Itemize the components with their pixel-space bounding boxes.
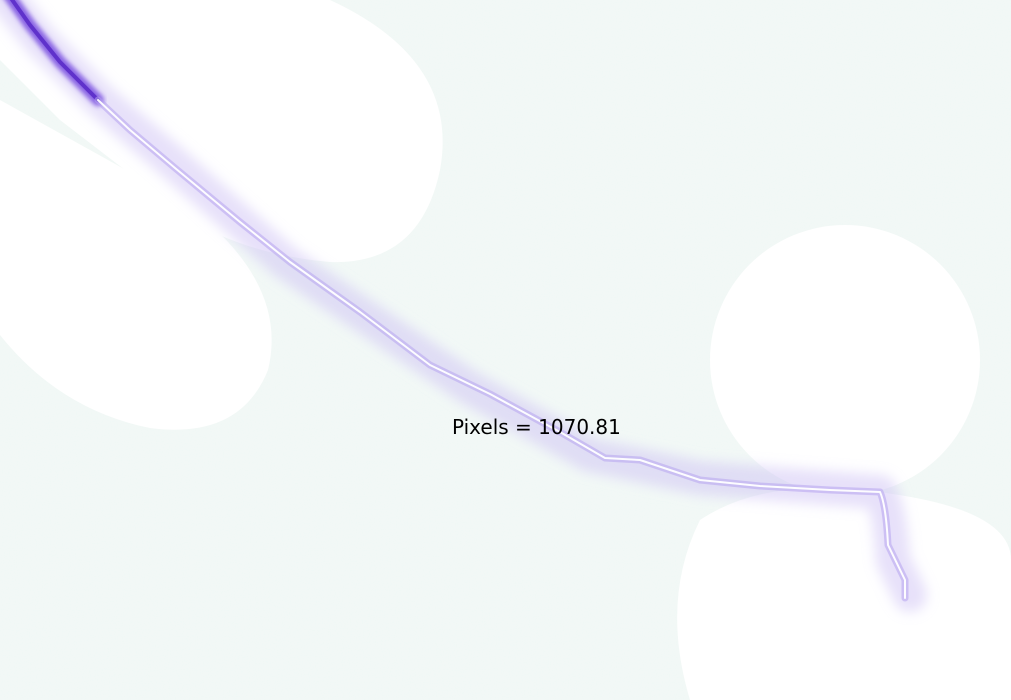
micrograph-image <box>0 0 1011 700</box>
measurement-label: Pixels = 1070.81 <box>452 415 621 439</box>
speckle-texture <box>0 0 1011 700</box>
micrograph-canvas: Pixels = 1070.81 <box>0 0 1011 700</box>
